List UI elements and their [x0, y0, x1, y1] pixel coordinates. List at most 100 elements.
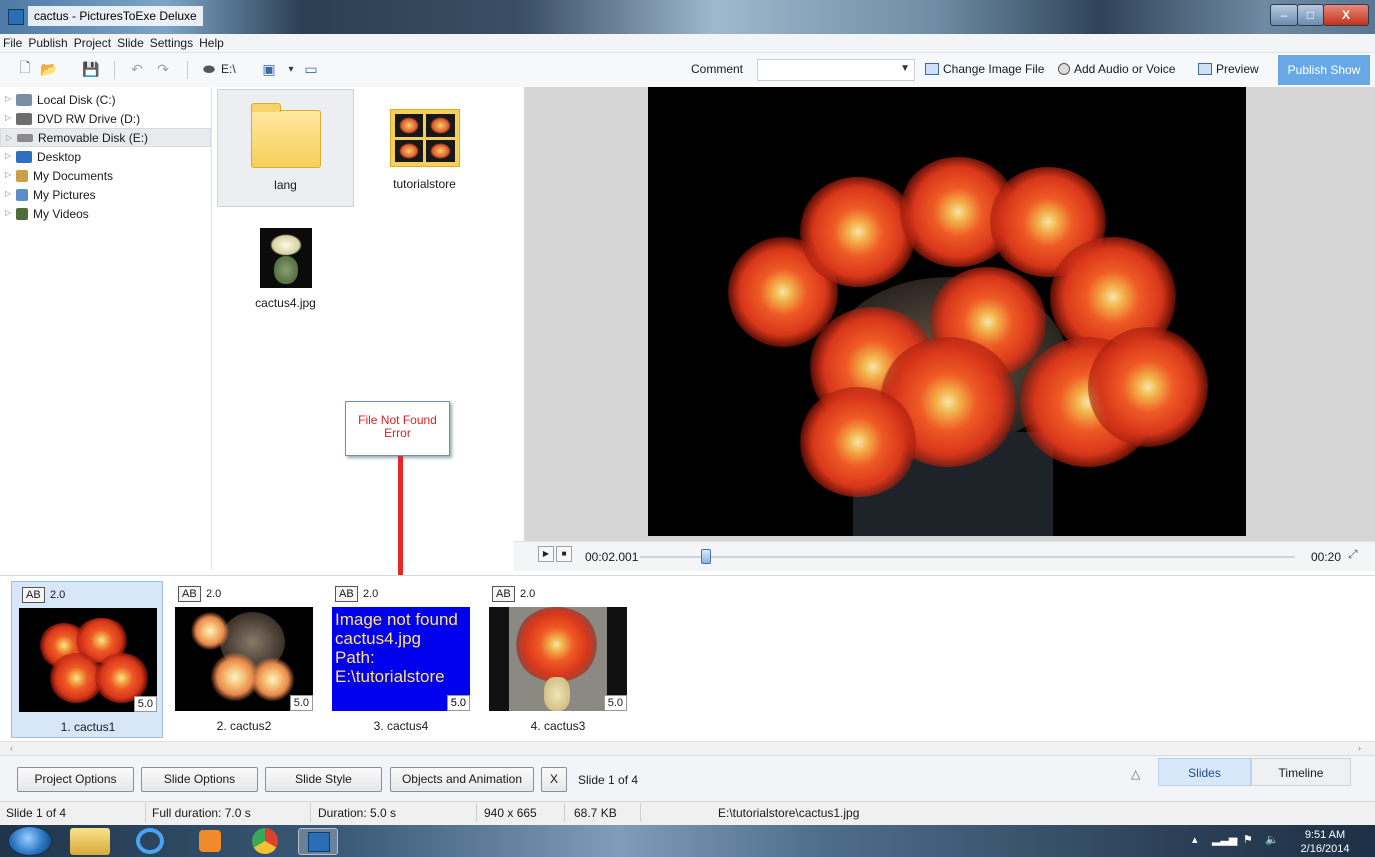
- add-audio-label: Add Audio or Voice: [1074, 62, 1176, 76]
- videos-icon: [16, 207, 28, 220]
- menu-help[interactable]: Help: [196, 34, 227, 53]
- internet-explorer-icon[interactable]: [130, 828, 170, 855]
- folder-tutorialstore[interactable]: tutorialstore: [356, 89, 493, 207]
- undo-icon[interactable]: ↶: [128, 61, 146, 77]
- slide-label: 1. cactus1: [60, 720, 116, 734]
- tree-item-removable-disk[interactable]: ▷ Removable Disk (E:): [0, 128, 211, 147]
- taskbar-clock[interactable]: 9:51 AM 2/16/2014: [1295, 828, 1355, 856]
- expand-icon[interactable]: ▷: [5, 208, 11, 217]
- tab-timeline[interactable]: Timeline: [1251, 758, 1351, 786]
- tree-item-label: Removable Disk (E:): [38, 130, 149, 145]
- new-project-icon[interactable]: 🗋: [16, 59, 34, 77]
- transition-badge[interactable]: AB: [22, 587, 45, 603]
- change-image-label: Change Image File: [943, 62, 1045, 76]
- slide-image: 5.0: [489, 607, 627, 711]
- action-center-flag-icon[interactable]: ⚑: [1243, 833, 1253, 846]
- expand-icon[interactable]: ▷: [5, 94, 11, 103]
- slide-duration: 5.0: [603, 695, 627, 711]
- documents-icon: [16, 169, 28, 182]
- objects-and-animation-button[interactable]: Objects and Animation: [390, 767, 534, 792]
- error-text-line: cactus4.jpg: [335, 629, 421, 648]
- drive-icon[interactable]: ⬬: [200, 61, 218, 77]
- publish-show-button[interactable]: Publish Show: [1278, 55, 1370, 85]
- tree-item-my-documents[interactable]: ▷ My Documents: [0, 166, 211, 185]
- expand-icon[interactable]: ▷: [6, 133, 12, 142]
- expand-icon[interactable]: ▷: [5, 151, 11, 160]
- volume-icon[interactable]: 🔈: [1265, 833, 1279, 846]
- view-mode-icon[interactable]: ▣: [260, 61, 278, 77]
- redo-icon[interactable]: ↷: [154, 61, 172, 77]
- app-icon: [8, 9, 24, 25]
- slide-thumbnail[interactable]: AB 2.0 5.0 4. cactus3: [482, 581, 634, 738]
- transition-duration: 2.0: [50, 589, 66, 601]
- tab-slides[interactable]: Slides: [1158, 758, 1251, 786]
- slide-options-button[interactable]: Slide Options: [141, 767, 258, 792]
- preview-button[interactable]: Preview: [1198, 62, 1259, 76]
- chrome-icon[interactable]: [245, 828, 285, 855]
- drive-label[interactable]: E:\: [221, 62, 236, 76]
- disk-icon[interactable]: ▭: [302, 61, 320, 77]
- tree-item-desktop[interactable]: ▷ Desktop: [0, 147, 211, 166]
- menu-file[interactable]: File: [0, 34, 25, 53]
- slide-style-button[interactable]: Slide Style: [265, 767, 382, 792]
- error-text-line: Path:: [335, 648, 375, 667]
- hard-disk-icon: [16, 93, 32, 106]
- menu-slide[interactable]: Slide: [114, 34, 147, 53]
- view-mode-dropdown-icon[interactable]: ▾: [282, 61, 300, 77]
- menu-publish[interactable]: Publish: [25, 34, 70, 53]
- expand-icon[interactable]: ▷: [5, 170, 11, 179]
- tree-item-my-videos[interactable]: ▷ My Videos: [0, 204, 211, 223]
- playback-track[interactable]: [640, 556, 1295, 558]
- file-label: lang: [274, 178, 297, 192]
- network-signal-icon[interactable]: ▂▃▅: [1212, 833, 1237, 846]
- playback-slider[interactable]: [700, 549, 711, 564]
- close-panel-button[interactable]: X: [541, 767, 567, 792]
- open-folder-icon[interactable]: 📂: [40, 61, 58, 77]
- tray-overflow-icon[interactable]: ▴: [1192, 833, 1198, 846]
- image-thumbnail: [259, 228, 312, 288]
- expand-icon[interactable]: ▷: [5, 113, 11, 122]
- fullscreen-icon[interactable]: ⤢: [1348, 547, 1358, 562]
- chevron-down-icon[interactable]: ▼: [900, 63, 910, 74]
- picturestoexe-taskbar-icon[interactable]: [298, 828, 338, 855]
- media-player-icon[interactable]: [190, 828, 230, 855]
- scroll-left-icon[interactable]: ‹: [10, 742, 13, 755]
- tree-item-label: Desktop: [37, 149, 82, 164]
- start-button[interactable]: [8, 826, 52, 856]
- menu-project[interactable]: Project: [71, 34, 114, 53]
- maximize-button[interactable]: □: [1297, 4, 1324, 26]
- slide-strip-scrollbar[interactable]: ‹ ›: [0, 741, 1375, 755]
- file-cactus4-jpg[interactable]: cactus4.jpg: [217, 220, 354, 320]
- expand-icon[interactable]: ▷: [5, 189, 11, 198]
- scroll-right-icon[interactable]: ›: [1358, 742, 1361, 755]
- file-label: cactus4.jpg: [255, 296, 316, 310]
- collapse-icon[interactable]: △: [1131, 767, 1140, 781]
- transition-badge[interactable]: AB: [335, 586, 358, 602]
- save-icon[interactable]: 💾: [82, 61, 100, 77]
- tree-item-local-disk[interactable]: ▷ Local Disk (C:): [0, 90, 211, 109]
- close-button[interactable]: X: [1323, 4, 1369, 26]
- project-options-button[interactable]: Project Options: [17, 767, 134, 792]
- slide-thumbnail[interactable]: AB 2.0 Image not found cactus4.jpg Path:…: [325, 581, 477, 738]
- minimize-button[interactable]: –: [1270, 4, 1298, 26]
- play-icon[interactable]: ▶: [538, 546, 554, 562]
- folder-lang[interactable]: lang: [217, 89, 354, 207]
- clock-time: 9:51 AM: [1304, 829, 1346, 841]
- menu-settings[interactable]: Settings: [147, 34, 196, 53]
- slide-thumbnail[interactable]: AB 2.0 5.0 1. cactus1: [11, 581, 163, 738]
- preview-icon: [1198, 63, 1212, 75]
- add-audio-button[interactable]: Add Audio or Voice: [1058, 62, 1175, 76]
- slide-label: 2. cactus2: [216, 719, 272, 733]
- comment-label: Comment: [691, 62, 744, 76]
- transition-badge[interactable]: AB: [492, 586, 515, 602]
- slide-thumbnail[interactable]: AB 2.0 5.0 2. cactus2: [168, 581, 320, 738]
- change-image-button[interactable]: Change Image File: [925, 62, 1044, 76]
- tree-item-label: DVD RW Drive (D:): [37, 111, 141, 126]
- stop-icon[interactable]: ■: [556, 546, 572, 562]
- tree-item-dvd-drive[interactable]: ▷ DVD RW Drive (D:): [0, 109, 211, 128]
- transition-badge[interactable]: AB: [178, 586, 201, 602]
- file-explorer-icon[interactable]: [70, 828, 110, 855]
- tree-item-my-pictures[interactable]: ▷ My Pictures: [0, 185, 211, 204]
- comment-combobox[interactable]: ▼: [757, 59, 915, 81]
- image-not-found-placeholder: Image not found cactus4.jpg Path: E:\tut…: [332, 607, 470, 711]
